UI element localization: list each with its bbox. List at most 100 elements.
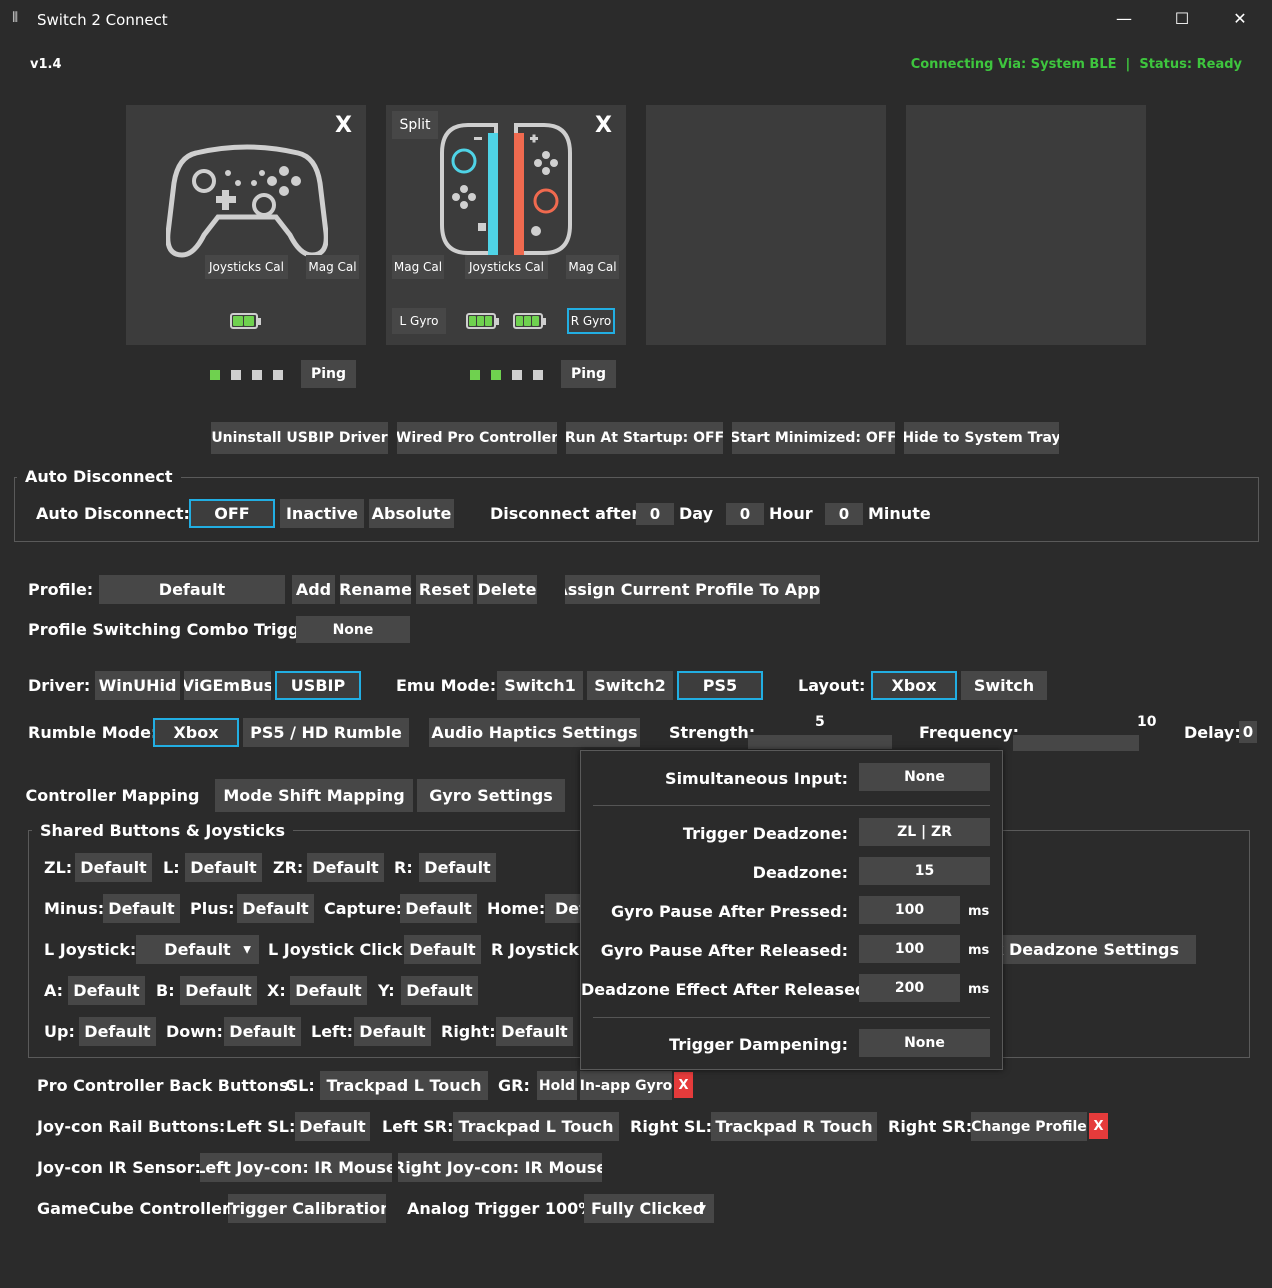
back-buttons-label: Pro Controller Back Buttons: bbox=[37, 1076, 295, 1095]
mag-cal-button[interactable]: Mag Cal bbox=[306, 255, 359, 279]
home-mapping[interactable]: Def bbox=[545, 894, 581, 923]
delay-input[interactable]: 0 bbox=[1239, 721, 1257, 743]
analog-trigger-value: Fully Clicked bbox=[591, 1199, 705, 1218]
strength-slider[interactable] bbox=[748, 735, 892, 749]
profile-rename-button[interactable]: Rename bbox=[340, 575, 411, 604]
assign-profile-button[interactable]: Assign Current Profile To Apps bbox=[565, 575, 820, 604]
left-mapping[interactable]: Default bbox=[354, 1017, 431, 1046]
auto-disconnect-inactive-button[interactable]: Inactive bbox=[280, 499, 364, 528]
split-button[interactable]: Split bbox=[392, 111, 438, 139]
right-sr-mapping[interactable]: Change Profile bbox=[971, 1112, 1087, 1141]
b-mapping[interactable]: Default bbox=[180, 976, 257, 1005]
right-sr-remove-button[interactable]: X bbox=[1089, 1113, 1108, 1139]
trigger-calibration-button[interactable]: Trigger Calibration bbox=[228, 1194, 386, 1223]
mag-cal-left-button[interactable]: Mag Cal bbox=[392, 255, 444, 279]
capture-mapping[interactable]: Default bbox=[400, 894, 477, 923]
left-sr-mapping[interactable]: Trackpad L Touch bbox=[453, 1112, 619, 1141]
profile-delete-button[interactable]: Delete bbox=[477, 575, 537, 604]
minute-input[interactable]: 0 bbox=[825, 503, 863, 525]
left-sl-mapping[interactable]: Default bbox=[295, 1112, 370, 1141]
uninstall-usbip-button[interactable]: Uninstall USBIP Driver bbox=[211, 422, 388, 454]
joysticks-cal-button[interactable]: Joysticks Cal bbox=[205, 255, 288, 279]
profile-reset-button[interactable]: Reset bbox=[416, 575, 473, 604]
ping-button-slot-2[interactable]: Ping bbox=[561, 360, 616, 388]
driver-usbip-button[interactable]: USBIP bbox=[275, 671, 361, 700]
y-mapping[interactable]: Default bbox=[401, 976, 478, 1005]
driver-vigembus-button[interactable]: ViGEmBus bbox=[184, 671, 271, 700]
analog-trigger-label: Analog Trigger 100%: bbox=[407, 1199, 601, 1218]
hour-input[interactable]: 0 bbox=[726, 503, 764, 525]
r-mapping[interactable]: Default bbox=[419, 853, 496, 882]
layout-xbox-button[interactable]: Xbox bbox=[871, 671, 957, 700]
combo-trigger-select[interactable]: None bbox=[296, 616, 410, 643]
gl-mapping[interactable]: Trackpad L Touch bbox=[320, 1071, 488, 1100]
layout-switch-button[interactable]: Switch bbox=[961, 671, 1047, 700]
right-sl-mapping[interactable]: Trackpad R Touch bbox=[711, 1112, 877, 1141]
auto-disconnect-absolute-button[interactable]: Absolute bbox=[369, 499, 454, 528]
minimize-button[interactable]: — bbox=[1104, 6, 1144, 32]
driver-winuhid-button[interactable]: WinUHid bbox=[95, 671, 180, 700]
simultaneous-input-select[interactable]: None bbox=[859, 763, 990, 791]
audio-haptics-button[interactable]: Audio Haptics Settings bbox=[429, 718, 640, 747]
a-label: A: bbox=[44, 981, 64, 1000]
plus-mapping[interactable]: Default bbox=[237, 894, 314, 923]
day-input[interactable]: 0 bbox=[636, 503, 674, 525]
l-joystick-click-mapping[interactable]: Default bbox=[404, 935, 481, 964]
frequency-slider[interactable] bbox=[1013, 735, 1139, 751]
zl-mapping[interactable]: Default bbox=[75, 853, 152, 882]
run-at-startup-button[interactable]: Run At Startup: OFF bbox=[566, 422, 723, 454]
wired-pro-controller-button[interactable]: Wired Pro Controller bbox=[397, 422, 557, 454]
ping-button-slot-1[interactable]: Ping bbox=[301, 360, 356, 388]
joysticks-cal-button-slot-2[interactable]: Joysticks Cal bbox=[465, 255, 548, 279]
x-mapping[interactable]: Default bbox=[290, 976, 367, 1005]
mag-cal-right-button[interactable]: Mag Cal bbox=[566, 255, 619, 279]
deadzone-input[interactable]: 15 bbox=[859, 857, 990, 885]
analog-trigger-select[interactable]: Fully Clicked ▼ bbox=[584, 1194, 714, 1223]
a-mapping[interactable]: Default bbox=[68, 976, 145, 1005]
right-joycon-ir-button[interactable]: Right Joy-con: IR Mouse bbox=[398, 1153, 602, 1182]
l-gyro-button[interactable]: L Gyro bbox=[392, 308, 446, 334]
x-label: X: bbox=[267, 981, 286, 1000]
maximize-button[interactable]: ☐ bbox=[1162, 6, 1202, 32]
disconnect-slot-1-button[interactable]: X bbox=[335, 113, 352, 138]
r-gyro-button[interactable]: R Gyro bbox=[567, 308, 615, 334]
emu-switch1-button[interactable]: Switch1 bbox=[497, 671, 583, 700]
rumble-mode-label: Rumble Mode: bbox=[28, 723, 158, 742]
l-mapping[interactable]: Default bbox=[185, 853, 262, 882]
tab-mode-shift-mapping[interactable]: Mode Shift Mapping bbox=[215, 779, 413, 812]
tab-controller-mapping[interactable]: Controller Mapping bbox=[14, 779, 211, 812]
hide-to-tray-button[interactable]: Hide to System Tray bbox=[904, 422, 1059, 454]
driver-label: Driver: bbox=[28, 676, 91, 695]
trigger-deadzone-select[interactable]: ZL | ZR bbox=[859, 818, 990, 846]
tab-gyro-settings[interactable]: Gyro Settings bbox=[417, 779, 565, 812]
up-mapping[interactable]: Default bbox=[79, 1017, 156, 1046]
rumble-xbox-button[interactable]: Xbox bbox=[153, 718, 239, 747]
left-joycon-ir-button[interactable]: Left Joy-con: IR Mouse bbox=[200, 1153, 392, 1182]
trigger-dampening-select[interactable]: None bbox=[859, 1029, 990, 1057]
profile-add-button[interactable]: Add bbox=[292, 575, 335, 604]
down-mapping[interactable]: Default bbox=[224, 1017, 301, 1046]
rumble-ps5-button[interactable]: PS5 / HD Rumble bbox=[243, 718, 409, 747]
deadzone-effect-input[interactable]: 200 bbox=[859, 974, 960, 1002]
profile-select[interactable]: Default bbox=[99, 575, 285, 604]
day-label: Day bbox=[679, 504, 714, 523]
auto-disconnect-off-button[interactable]: OFF bbox=[189, 499, 275, 528]
gr-hold-button[interactable]: Hold bbox=[537, 1071, 577, 1100]
gyro-pause-released-input[interactable]: 100 bbox=[859, 935, 960, 963]
zr-label: ZR: bbox=[273, 858, 304, 877]
ms-unit-label: ms bbox=[968, 982, 990, 997]
emu-switch2-button[interactable]: Switch2 bbox=[587, 671, 673, 700]
minus-mapping[interactable]: Default bbox=[103, 894, 180, 923]
gr-mapping[interactable]: In-app Gyro bbox=[580, 1071, 672, 1100]
l-joystick-select[interactable]: Default ▼ bbox=[136, 935, 259, 964]
emu-ps5-button[interactable]: PS5 bbox=[677, 671, 763, 700]
right-mapping[interactable]: Default bbox=[496, 1017, 573, 1046]
gyro-pause-pressed-input[interactable]: 100 bbox=[859, 896, 960, 924]
disconnect-slot-2-button[interactable]: X bbox=[595, 113, 612, 138]
zr-mapping[interactable]: Default bbox=[307, 853, 384, 882]
joystick-deadzone-settings-button[interactable]: ick Deadzone Settings bbox=[985, 935, 1196, 964]
app-icon: ⦀ bbox=[12, 10, 19, 26]
gr-remove-button[interactable]: X bbox=[674, 1072, 693, 1098]
start-minimized-button[interactable]: Start Minimized: OFF bbox=[732, 422, 895, 454]
close-window-button[interactable]: ✕ bbox=[1220, 6, 1260, 32]
